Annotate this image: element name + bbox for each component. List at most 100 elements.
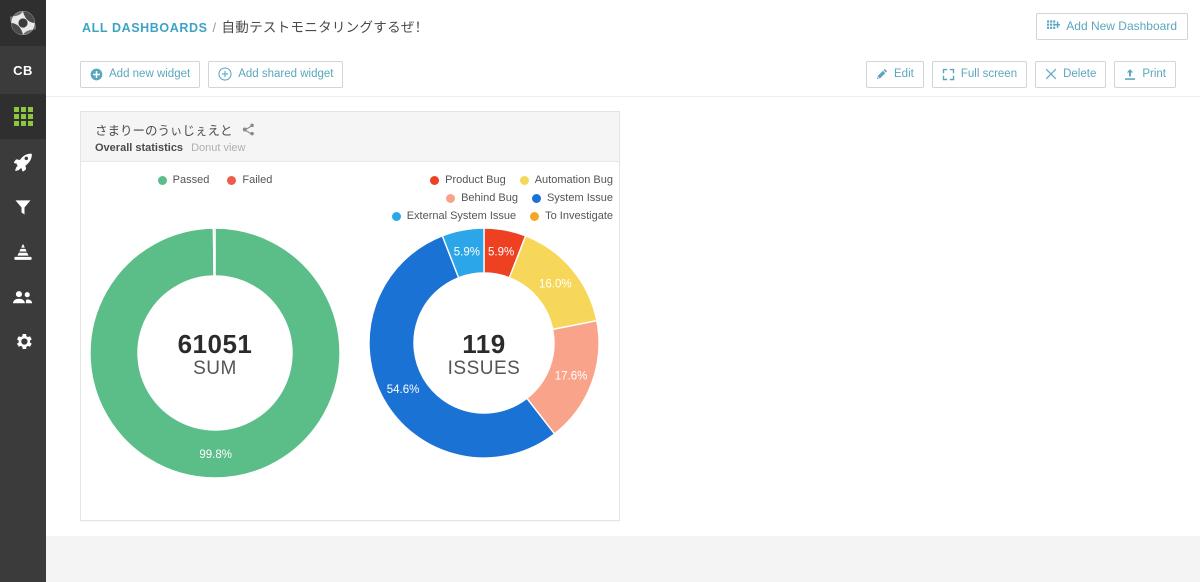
toolbar-right-group: Edit Full screen Delete Print xyxy=(866,60,1176,88)
widget-overall-statistics[interactable]: さまりーのうぃじぇえと Overall statistics Donut vie… xyxy=(80,111,620,521)
breadcrumb-separator: / xyxy=(212,20,217,35)
legend-label: Automation Bug xyxy=(534,174,613,186)
topbar: ALL DASHBOARDS / 自動テストモニタリングするぜ！ Add New… xyxy=(46,0,1200,52)
widget-subtitle-view: Donut view xyxy=(191,142,246,154)
donut-overall-svg: 99.8% xyxy=(89,227,341,479)
funnel-icon xyxy=(15,199,31,214)
legend-item[interactable]: Automation Bug xyxy=(519,174,613,186)
add-new-widget-button[interactable]: Add new widget xyxy=(80,60,201,88)
legend-label: To Investigate xyxy=(545,210,613,222)
donut-slice-label: 17.6% xyxy=(555,371,588,383)
toolbar-left-group: Add new widget Add shared widget xyxy=(80,60,344,88)
main-content: ALL DASHBOARDS / 自動テストモニタリングするぜ！ Add New… xyxy=(46,0,1200,582)
delete-label: Delete xyxy=(1063,68,1097,80)
widget-subtitle: Overall statistics Donut view xyxy=(95,142,605,154)
widget-subtitle-type: Overall statistics xyxy=(95,142,184,154)
breadcrumb: ALL DASHBOARDS / 自動テストモニタリングするぜ！ xyxy=(82,16,428,36)
legend-item[interactable]: Product Bug xyxy=(430,174,506,186)
traffic-cone-icon xyxy=(14,243,32,260)
breadcrumb-current-dashboard: 自動テストモニタリングするぜ！ xyxy=(221,20,429,35)
donut-chart-defects-cell: 5.9% 16.0% 17.6% 54.6% 5.9% 119 ISSUES xyxy=(349,226,619,485)
add-shared-widget-label: Add shared widget xyxy=(238,68,334,80)
add-new-dashboard-label: Add New Dashboard xyxy=(1066,19,1177,33)
legend-label: System Issue xyxy=(546,192,613,204)
print-button[interactable]: Print xyxy=(1114,60,1176,88)
add-new-dashboard-button[interactable]: Add New Dashboard xyxy=(1036,12,1188,40)
sidebar: CB xyxy=(0,0,46,582)
add-shared-widget-button[interactable]: Add shared widget xyxy=(208,60,344,88)
chart-legends: Passed Failed Product Bug Automation Bug Be… xyxy=(81,162,619,222)
legend-color-dot xyxy=(530,211,540,221)
sidebar-item-debug[interactable] xyxy=(0,229,46,274)
sidebar-item-members[interactable] xyxy=(0,274,46,319)
legend-overall: Passed Failed xyxy=(81,172,349,222)
donut-slice-label: 5.9% xyxy=(488,247,514,259)
user-initials: CB xyxy=(13,62,33,78)
legend-color-dot xyxy=(531,193,541,203)
grid-icon xyxy=(13,107,33,126)
legend-item[interactable]: Behind Bug xyxy=(446,192,518,204)
breadcrumb-all-dashboards[interactable]: ALL DASHBOARDS xyxy=(82,21,208,35)
sidebar-item-settings[interactable] xyxy=(0,319,46,364)
legend-label: Failed xyxy=(242,174,273,186)
gear-icon xyxy=(16,333,32,350)
rocket-icon xyxy=(14,153,32,171)
widget-toolbar: Add new widget Add shared widget Edit Fu… xyxy=(46,52,1200,97)
legend-color-dot xyxy=(519,175,529,185)
full-screen-label: Full screen xyxy=(960,68,1018,80)
legend-color-dot xyxy=(430,175,440,185)
add-new-widget-label: Add new widget xyxy=(109,68,191,80)
donut-chart-overall-cell: 99.8% 61051 SUM xyxy=(81,226,349,485)
legend-label: Passed xyxy=(172,174,210,186)
legend-defects: Product Bug Automation Bug Behind Bug Syste… xyxy=(349,172,619,222)
delete-button[interactable]: Delete xyxy=(1035,60,1107,88)
donut-slice-label: 99.8% xyxy=(199,449,232,461)
sidebar-item-filters[interactable] xyxy=(0,184,46,229)
app-root: CB ALL DASHBOARDS / 自動テストモニタリングするぜ！ Add … xyxy=(0,0,1200,582)
donut-chart-defects[interactable]: 5.9% 16.0% 17.6% 54.6% 5.9% 119 ISSUES xyxy=(367,226,601,485)
donut-chart-overall[interactable]: 99.8% 61051 SUM xyxy=(88,226,342,485)
legend-color-dot xyxy=(157,175,167,185)
edit-button[interactable]: Edit xyxy=(866,60,924,88)
expand-icon xyxy=(942,68,955,80)
widget-title-row: さまりーのうぃじぇえと xyxy=(95,120,605,139)
grid-plus-icon xyxy=(1047,20,1061,29)
widget-body: Passed Failed Product Bug Automation Bug Be… xyxy=(81,162,619,520)
legend-item[interactable]: System Issue xyxy=(531,192,613,204)
full-screen-button[interactable]: Full screen xyxy=(931,60,1028,88)
donut-slice-label: 54.6% xyxy=(387,384,420,396)
plus-circle-outline-icon xyxy=(218,67,232,81)
user-avatar[interactable]: CB xyxy=(0,46,46,94)
edit-label: Edit xyxy=(894,68,914,80)
dashboard-board: さまりーのうぃじぇえと Overall statistics Donut vie… xyxy=(46,97,1200,582)
widget-header: さまりーのうぃじぇえと Overall statistics Donut vie… xyxy=(81,112,619,162)
pencil-icon xyxy=(876,68,888,80)
widget-title: さまりーのうぃじぇえと xyxy=(95,124,233,138)
donut-defects-svg: 5.9% 16.0% 17.6% 54.6% 5.9% xyxy=(368,227,600,459)
legend-label: Behind Bug xyxy=(461,192,518,204)
upload-arrow-icon xyxy=(1125,68,1136,80)
legend-item[interactable]: To Investigate xyxy=(530,210,613,222)
legend-item[interactable]: Failed xyxy=(227,174,272,186)
share-icon[interactable] xyxy=(242,123,255,136)
board-footer xyxy=(46,536,1200,582)
legend-color-dot xyxy=(391,211,401,221)
app-logo[interactable] xyxy=(0,0,46,46)
members-icon xyxy=(13,290,33,303)
sidebar-item-dashboards[interactable] xyxy=(0,94,46,139)
legend-label: Product Bug xyxy=(445,174,506,186)
legend-label: External System Issue xyxy=(406,210,517,222)
plus-circle-filled-icon xyxy=(90,68,103,80)
print-label: Print xyxy=(1142,68,1166,80)
donut-slice[interactable] xyxy=(212,227,216,277)
donut-charts: 99.8% 61051 SUM 5.9% 16.0% 17.6% 54.6% 5.9% xyxy=(81,222,619,485)
legend-color-dot xyxy=(446,193,456,203)
share-icon-glyph xyxy=(242,123,254,136)
legend-item[interactable]: External System Issue xyxy=(391,210,517,222)
legend-item[interactable]: Passed xyxy=(157,174,210,186)
sidebar-item-launches[interactable] xyxy=(0,139,46,184)
legend-color-dot xyxy=(227,175,237,185)
aperture-logo-icon xyxy=(10,11,36,35)
close-x-icon xyxy=(1045,68,1057,80)
donut-slice-label: 5.9% xyxy=(454,247,480,259)
